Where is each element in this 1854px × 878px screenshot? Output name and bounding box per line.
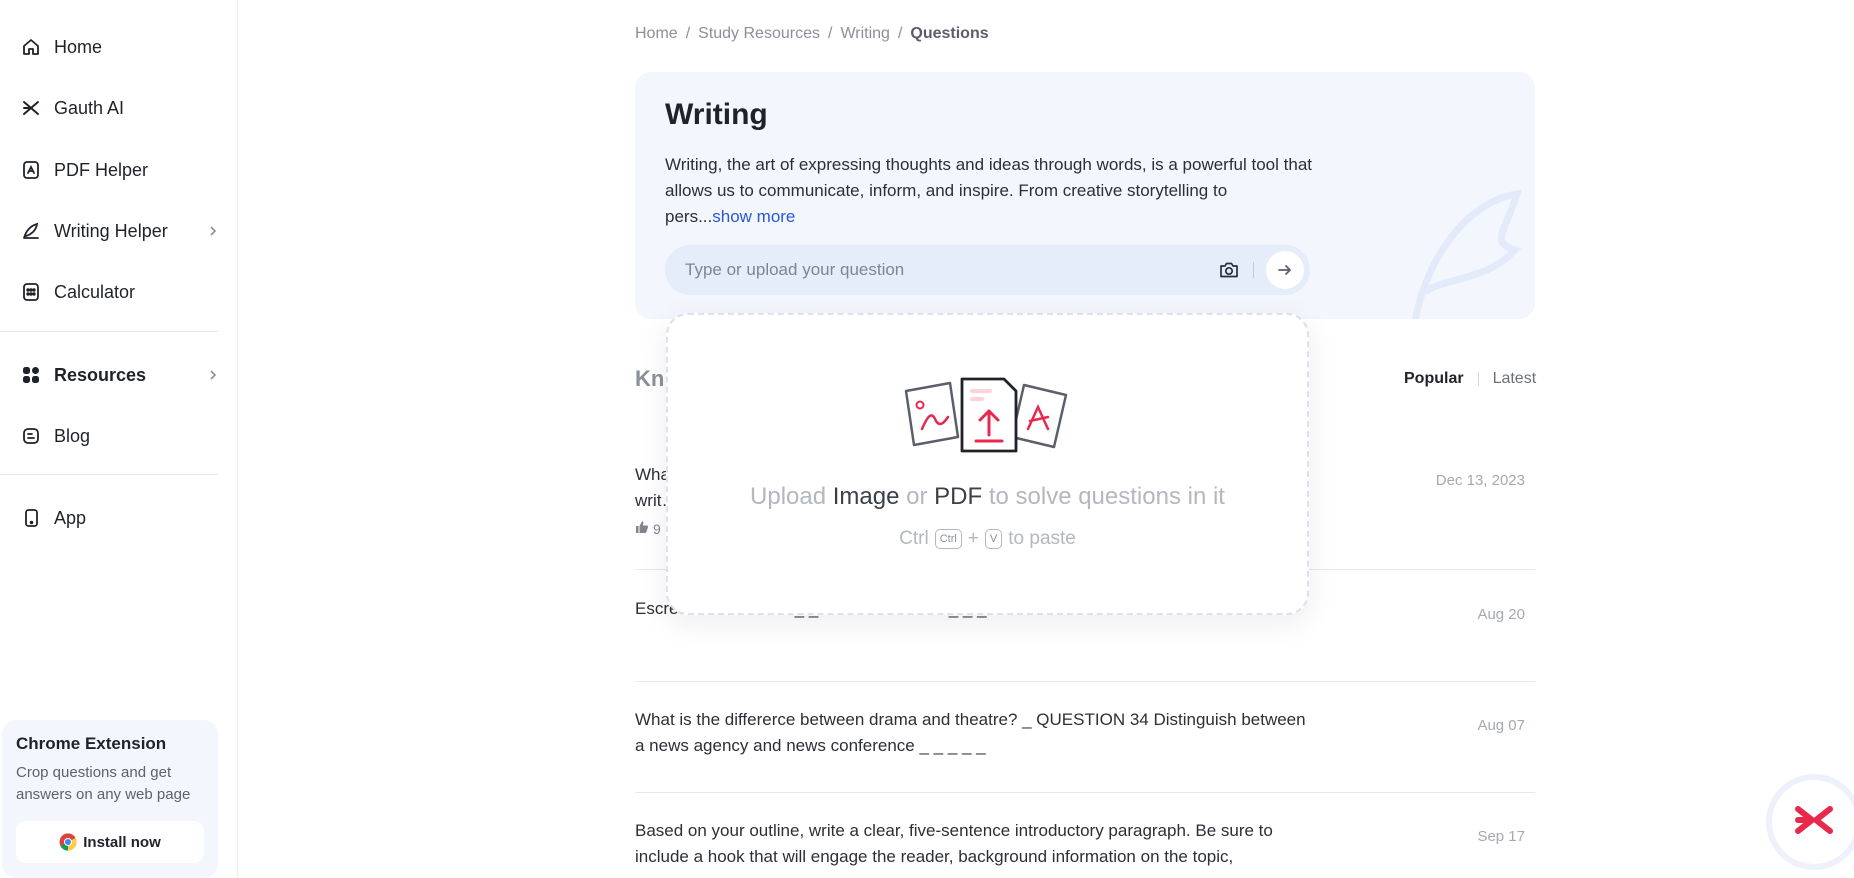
upload-instruction: Upload Image or PDF to solve questions i…	[668, 483, 1307, 511]
home-icon	[20, 36, 42, 58]
plus-sign: +	[967, 528, 979, 549]
calculator-icon	[20, 281, 42, 303]
sidebar-item-gauth-ai[interactable]: Gauth AI	[20, 88, 220, 128]
question-date: Sep 17	[1477, 828, 1525, 845]
page-title: Writing	[665, 98, 768, 131]
sidebar-item-label: Resources	[54, 364, 147, 385]
sidebar-item-writing-helper[interactable]: Writing Helper	[20, 211, 220, 251]
sidebar-item-blog[interactable]: Blog	[20, 416, 220, 456]
breadcrumb-home[interactable]: Home	[635, 25, 678, 43]
chevron-right-icon	[208, 366, 218, 387]
gauth-logo-icon	[1792, 804, 1836, 841]
chrome-extension-card: Chrome Extension Crop questions and get …	[2, 720, 218, 878]
question-input[interactable]	[685, 245, 1185, 295]
sidebar: Home Gauth AI PDF Helper Writing Helper …	[0, 0, 238, 878]
breadcrumb: Home / Study Resources / Writing / Quest…	[635, 25, 989, 43]
paste-hint: Ctrl Ctrl + V to paste	[668, 528, 1307, 550]
pdf-icon	[20, 159, 42, 181]
sidebar-item-app[interactable]: App	[20, 498, 220, 538]
sidebar-item-resources[interactable]: Resources	[20, 355, 220, 395]
question-row[interactable]: What is the differerce between drama and…	[635, 707, 1535, 793]
tab-popular[interactable]: Popular	[1404, 370, 1464, 388]
sort-tabs: Popular Latest	[1404, 370, 1536, 388]
sidebar-item-calculator[interactable]: Calculator	[20, 272, 220, 312]
upload-dropzone[interactable]: Upload Image or PDF to solve questions i…	[666, 313, 1309, 615]
breadcrumb-writing[interactable]: Writing	[840, 25, 890, 43]
pen-icon	[20, 220, 42, 242]
question-text: What is the differerce between drama and…	[635, 710, 1306, 755]
question-search-bar	[665, 245, 1310, 295]
arrow-right-icon	[1278, 265, 1291, 275]
chevron-right-icon	[208, 222, 218, 243]
sidebar-item-label: App	[54, 507, 87, 528]
likes-count: 9	[653, 520, 661, 537]
install-now-label: Install now	[83, 833, 161, 851]
breadcrumb-current: Questions	[910, 25, 989, 42]
sidebar-item-home[interactable]: Home	[20, 27, 220, 67]
sidebar-item-label: Home	[54, 36, 103, 57]
upload-suffix: to solve questions in it	[988, 483, 1225, 510]
extension-title: Chrome Extension	[16, 734, 167, 753]
show-more-link[interactable]: show more	[712, 207, 795, 226]
sidebar-divider	[0, 474, 218, 475]
sidebar-item-label: Gauth AI	[54, 97, 125, 118]
breadcrumb-study-resources[interactable]: Study Resources	[698, 25, 820, 43]
search-divider	[1253, 262, 1254, 278]
gauth-floating-button[interactable]	[1766, 774, 1854, 870]
sidebar-item-label: PDF Helper	[54, 159, 149, 180]
extension-description: Crop questions and get answers on any we…	[16, 764, 191, 803]
upload-file-icon	[960, 377, 1018, 453]
question-row[interactable]: Based on your outline, write a clear, fi…	[635, 818, 1535, 878]
ctrl-word: Ctrl	[899, 528, 929, 549]
subject-hero: Writing Writing, the art of expressing t…	[635, 72, 1535, 319]
v-key: V	[984, 529, 1003, 549]
sidebar-item-label: Writing Helper	[54, 220, 168, 241]
phone-icon	[20, 507, 42, 529]
paste-word: to paste	[1008, 528, 1076, 549]
image-word: Image	[832, 483, 900, 510]
gauth-ai-icon	[20, 97, 42, 119]
question-date: Dec 13, 2023	[1435, 472, 1525, 489]
question-text: Based on your outline, write a clear, fi…	[635, 821, 1273, 866]
ctrl-key: Ctrl	[934, 529, 962, 549]
pdf-file-icon	[1010, 383, 1068, 449]
sidebar-item-label: Calculator	[54, 281, 136, 302]
blog-icon	[20, 425, 42, 447]
chrome-icon	[59, 833, 77, 851]
tab-latest[interactable]: Latest	[1493, 370, 1537, 388]
pdf-word: PDF	[934, 483, 983, 510]
or-word: or	[906, 483, 928, 510]
upload-illustration	[900, 377, 1080, 462]
quill-decoration-icon	[1405, 182, 1525, 319]
sidebar-divider	[0, 331, 218, 332]
image-file-icon	[904, 381, 960, 447]
question-date: Aug 20	[1477, 606, 1525, 623]
camera-icon[interactable]	[1218, 259, 1240, 281]
install-now-button[interactable]: Install now	[16, 821, 204, 863]
question-date: Aug 07	[1477, 717, 1525, 734]
submit-arrow-button[interactable]	[1266, 251, 1304, 289]
upload-word: Upload	[750, 483, 827, 510]
thumbs-up-icon	[635, 520, 649, 537]
section-heading: Kn	[635, 366, 665, 391]
grid-icon	[20, 364, 42, 386]
subject-description: Writing, the art of expressing thoughts …	[665, 152, 1315, 230]
sidebar-item-label: Blog	[54, 425, 91, 446]
sidebar-item-pdf-helper[interactable]: PDF Helper	[20, 150, 220, 190]
